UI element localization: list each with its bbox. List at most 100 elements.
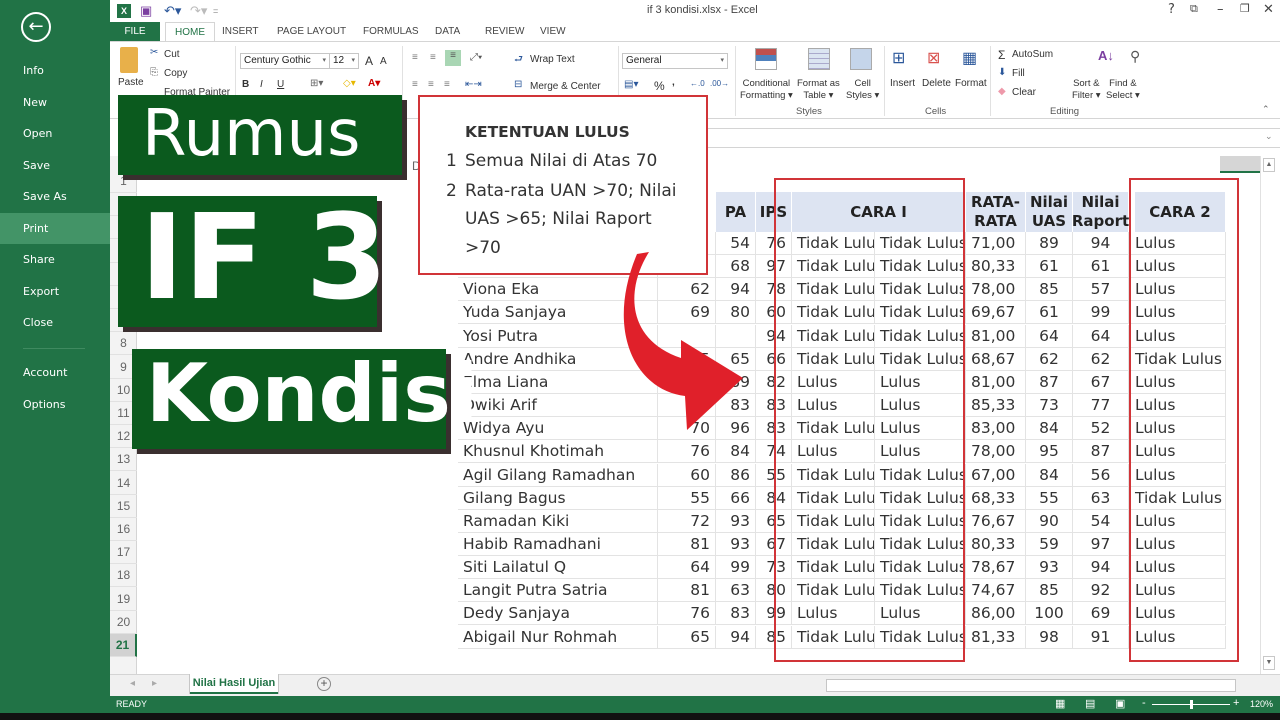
underline-button[interactable]: U: [277, 79, 284, 90]
cell-rata[interactable]: 78,67: [966, 556, 1026, 580]
cell-mtk[interactable]: 55: [658, 486, 716, 510]
next-sheet-icon[interactable]: ▸: [152, 678, 157, 689]
cell-raport[interactable]: 91: [1073, 625, 1129, 649]
conditional-formatting-button[interactable]: Conditional Formatting ▾: [740, 78, 793, 102]
number-format-select[interactable]: General ▾: [622, 53, 728, 69]
cell-mtk[interactable]: 76: [658, 440, 716, 464]
align-top-icon[interactable]: ≡: [412, 52, 418, 63]
increase-font-icon[interactable]: A: [365, 54, 373, 68]
redo-icon[interactable]: ↷▾: [190, 3, 207, 19]
collapse-ribbon-icon[interactable]: ⌃: [1262, 104, 1270, 115]
cell-rata[interactable]: 81,00: [966, 324, 1026, 348]
customize-toolbar-icon[interactable]: =: [213, 3, 218, 19]
backstage-item-export[interactable]: Export: [0, 276, 110, 307]
align-bottom-icon[interactable]: ≡: [445, 50, 461, 66]
cell-ipa[interactable]: 93: [716, 509, 756, 533]
fill-color-icon[interactable]: ◇▾: [343, 78, 356, 89]
cell-uas[interactable]: 61: [1026, 301, 1073, 325]
cell-rata[interactable]: 81,33: [966, 625, 1026, 649]
cell-mtk[interactable]: 65: [658, 625, 716, 649]
row-header[interactable]: 13: [110, 448, 137, 472]
cell-mtk[interactable]: 81: [658, 532, 716, 556]
backstage-item-print[interactable]: Print: [0, 213, 110, 244]
tab-formulas[interactable]: FORMULAS: [354, 22, 428, 42]
cell-name[interactable]: Langit Putra Satria: [458, 579, 658, 603]
cell-name[interactable]: Habib Ramadhani: [458, 532, 658, 556]
cell-uas[interactable]: 62: [1026, 347, 1073, 371]
sort-filter-button[interactable]: Sort & Filter ▾: [1072, 78, 1101, 102]
find-select-button[interactable]: Find & Select ▾: [1106, 78, 1140, 102]
cell-raport[interactable]: 56: [1073, 463, 1129, 487]
align-right-icon[interactable]: ≡: [444, 79, 450, 90]
cell-raport[interactable]: 57: [1073, 278, 1129, 302]
cut-button[interactable]: Cut: [164, 49, 180, 60]
cell-rata[interactable]: 86,00: [966, 602, 1026, 626]
header-rata-rata[interactable]: RATA- RATA: [966, 192, 1026, 232]
cell-uas[interactable]: 89: [1026, 232, 1073, 255]
cell-mtk[interactable]: 64: [658, 556, 716, 580]
zoom-level[interactable]: 120%: [1250, 699, 1273, 709]
backstage-item-save[interactable]: Save: [0, 150, 110, 181]
tab-home[interactable]: HOME: [165, 22, 215, 42]
cell-mtk[interactable]: 72: [658, 509, 716, 533]
column-header-selected[interactable]: [1220, 156, 1260, 173]
cell-uas[interactable]: 61: [1026, 255, 1073, 279]
format-as-table-button[interactable]: Format as Table ▾: [797, 78, 840, 102]
merge-center-button[interactable]: Merge & Center: [530, 81, 601, 92]
backstage-item-info[interactable]: Info: [0, 55, 110, 86]
cell-uas[interactable]: 85: [1026, 579, 1073, 603]
back-arrow-icon[interactable]: ←: [21, 12, 51, 42]
cell-name[interactable]: Ramadan Kiki: [458, 509, 658, 533]
cell-raport[interactable]: 92: [1073, 579, 1129, 603]
increase-decimal-icon[interactable]: ←.0: [690, 79, 705, 88]
restore-button[interactable]: ❐: [1240, 2, 1250, 15]
cell-rata[interactable]: 78,00: [966, 440, 1026, 464]
horizontal-scrollbar[interactable]: [826, 679, 1236, 692]
cell-rata[interactable]: 80,33: [966, 255, 1026, 279]
cell-ipa[interactable]: 84: [716, 440, 756, 464]
cell-rata[interactable]: 76,67: [966, 509, 1026, 533]
cell-raport[interactable]: 63: [1073, 486, 1129, 510]
zoom-in-button[interactable]: +: [1233, 697, 1239, 709]
tab-view[interactable]: VIEW: [531, 22, 575, 42]
cell-uas[interactable]: 93: [1026, 556, 1073, 580]
cell-raport[interactable]: 67: [1073, 370, 1129, 394]
zoom-slider-thumb[interactable]: [1190, 700, 1193, 709]
bold-button[interactable]: B: [242, 79, 249, 90]
cell-ipa[interactable]: 63: [716, 579, 756, 603]
cell-ipa[interactable]: 83: [716, 602, 756, 626]
row-header[interactable]: 17: [110, 541, 137, 565]
cell-rata[interactable]: 69,67: [966, 301, 1026, 325]
cell-rata[interactable]: 68,67: [966, 347, 1026, 371]
cell-raport[interactable]: 62: [1073, 347, 1129, 371]
backstage-item-new[interactable]: New: [0, 87, 110, 118]
clear-button[interactable]: Clear: [1012, 87, 1036, 98]
cell-raport[interactable]: 99: [1073, 301, 1129, 325]
delete-button[interactable]: Delete: [922, 78, 951, 89]
cell-raport[interactable]: 77: [1073, 394, 1129, 418]
decrease-decimal-icon[interactable]: .00→: [710, 79, 729, 88]
orientation-icon[interactable]: ⤢▾: [470, 52, 482, 63]
backstage-item-account[interactable]: Account: [0, 357, 110, 388]
minimize-button[interactable]: –: [1217, 2, 1224, 17]
row-header[interactable]: 21: [110, 634, 137, 657]
tab-data[interactable]: DATA: [426, 22, 469, 42]
align-center-icon[interactable]: ≡: [428, 79, 434, 90]
cell-uas[interactable]: 84: [1026, 463, 1073, 487]
align-left-icon[interactable]: ≡: [412, 79, 418, 90]
cell-rata[interactable]: 68,33: [966, 486, 1026, 510]
ribbon-display-options-icon[interactable]: ⧉: [1190, 2, 1198, 16]
sheet-tab-nilai-hasil-ujian[interactable]: Nilai Hasil Ujian: [190, 674, 278, 694]
cell-rata[interactable]: 74,67: [966, 579, 1026, 603]
tab-review[interactable]: REVIEW: [476, 22, 533, 42]
cell-uas[interactable]: 64: [1026, 324, 1073, 348]
cell-name[interactable]: Gilang Bagus: [458, 486, 658, 510]
cell-uas[interactable]: 90: [1026, 509, 1073, 533]
header-nilai-raport[interactable]: Nilai Raport: [1072, 192, 1129, 232]
cell-mtk[interactable]: 81: [658, 579, 716, 603]
font-name-select[interactable]: Century Gothic ▾: [240, 53, 330, 69]
borders-icon[interactable]: ⊞▾: [310, 78, 323, 89]
cell-mtk[interactable]: 76: [658, 602, 716, 626]
cell-raport[interactable]: 94: [1073, 232, 1129, 255]
cell-mtk[interactable]: 60: [658, 463, 716, 487]
